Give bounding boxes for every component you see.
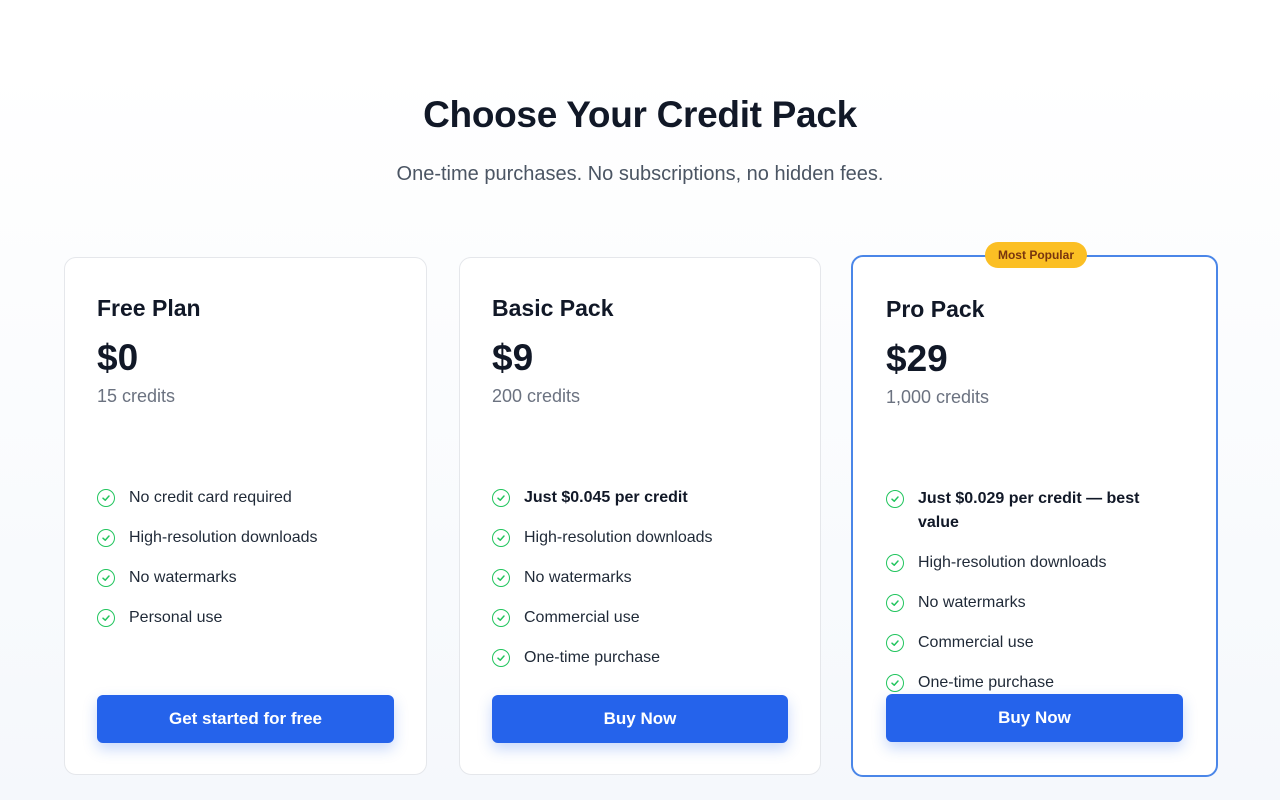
feature-item: No credit card required [97, 486, 394, 510]
feature-text: No watermarks [524, 569, 632, 586]
feature-text: Just $0.045 per credit [524, 489, 688, 506]
feature-item: Commercial use [492, 606, 788, 630]
check-circle-icon [886, 674, 904, 692]
feature-text: High-resolution downloads [524, 529, 713, 546]
plan-price: $29 [886, 338, 948, 379]
feature-list: No credit card required High-resolution d… [97, 486, 394, 646]
feature-text: No watermarks [129, 569, 237, 586]
check-circle-icon [97, 529, 115, 547]
feature-item: High-resolution downloads [492, 526, 788, 550]
feature-text: High-resolution downloads [918, 554, 1107, 571]
check-circle-icon [492, 609, 510, 627]
check-circle-icon [97, 609, 115, 627]
page-subtitle: One-time purchases. No subscriptions, no… [396, 163, 884, 185]
plan-price: $9 [492, 337, 534, 378]
feature-text: Commercial use [524, 609, 640, 626]
plan-card-pro: Most Popular Pro Pack $29 1,000 credits … [851, 242, 1218, 777]
buy-pro-button[interactable]: Buy Now [886, 694, 1183, 742]
plan-name: Basic Pack [492, 295, 614, 321]
plan-name: Free Plan [97, 295, 201, 321]
feature-item: Just $0.045 per credit [492, 486, 788, 510]
feature-text: One-time purchase [524, 649, 661, 666]
plan-card-free: Free Plan $0 15 credits No credit card r… [64, 257, 427, 775]
check-circle-icon [886, 594, 904, 612]
feature-item: No watermarks [492, 566, 788, 590]
most-popular-badge: Most Popular [985, 242, 1087, 268]
check-circle-icon [492, 529, 510, 547]
feature-list: Just $0.045 per credit High-resolution do… [492, 486, 788, 686]
feature-item: No watermarks [886, 591, 1183, 615]
check-circle-icon [492, 569, 510, 587]
check-circle-icon [886, 490, 904, 508]
pricing-page: Choose Your Credit Pack One-time purchas… [0, 0, 1280, 800]
feature-text: One-time purchase [918, 674, 1055, 691]
plan-card-basic: Basic Pack $9 200 credits Just $0.045 pe… [459, 257, 821, 775]
check-circle-icon [97, 569, 115, 587]
check-circle-icon [492, 649, 510, 667]
feature-text: Commercial use [918, 634, 1034, 651]
feature-item: High-resolution downloads [886, 551, 1183, 575]
feature-item: Personal use [97, 606, 394, 630]
feature-text: No credit card required [129, 489, 292, 506]
feature-text: High-resolution downloads [129, 529, 318, 546]
plan-name: Pro Pack [886, 296, 985, 322]
plan-credits: 15 credits [97, 386, 176, 406]
check-circle-icon [886, 554, 904, 572]
feature-list: Just $0.029 per credit — best value High-… [886, 487, 1183, 711]
feature-text: Personal use [129, 609, 223, 626]
get-started-free-button[interactable]: Get started for free [97, 695, 394, 743]
plan-credits: 200 credits [492, 386, 581, 406]
feature-text: No watermarks [918, 594, 1026, 611]
feature-item: No watermarks [97, 566, 394, 590]
buy-basic-button[interactable]: Buy Now [492, 695, 788, 743]
plan-credits: 1,000 credits [886, 387, 990, 407]
page-title: Choose Your Credit Pack [423, 94, 857, 135]
feature-item: One-time purchase [492, 646, 788, 670]
check-circle-icon [492, 489, 510, 507]
check-circle-icon [886, 634, 904, 652]
plan-price: $0 [97, 337, 139, 378]
feature-item: Just $0.029 per credit — best value [886, 487, 1183, 535]
feature-text: Just $0.029 per credit — best value [918, 490, 1140, 531]
feature-item: High-resolution downloads [97, 526, 394, 550]
feature-item: One-time purchase [886, 671, 1183, 695]
feature-item: Commercial use [886, 631, 1183, 655]
check-circle-icon [97, 489, 115, 507]
